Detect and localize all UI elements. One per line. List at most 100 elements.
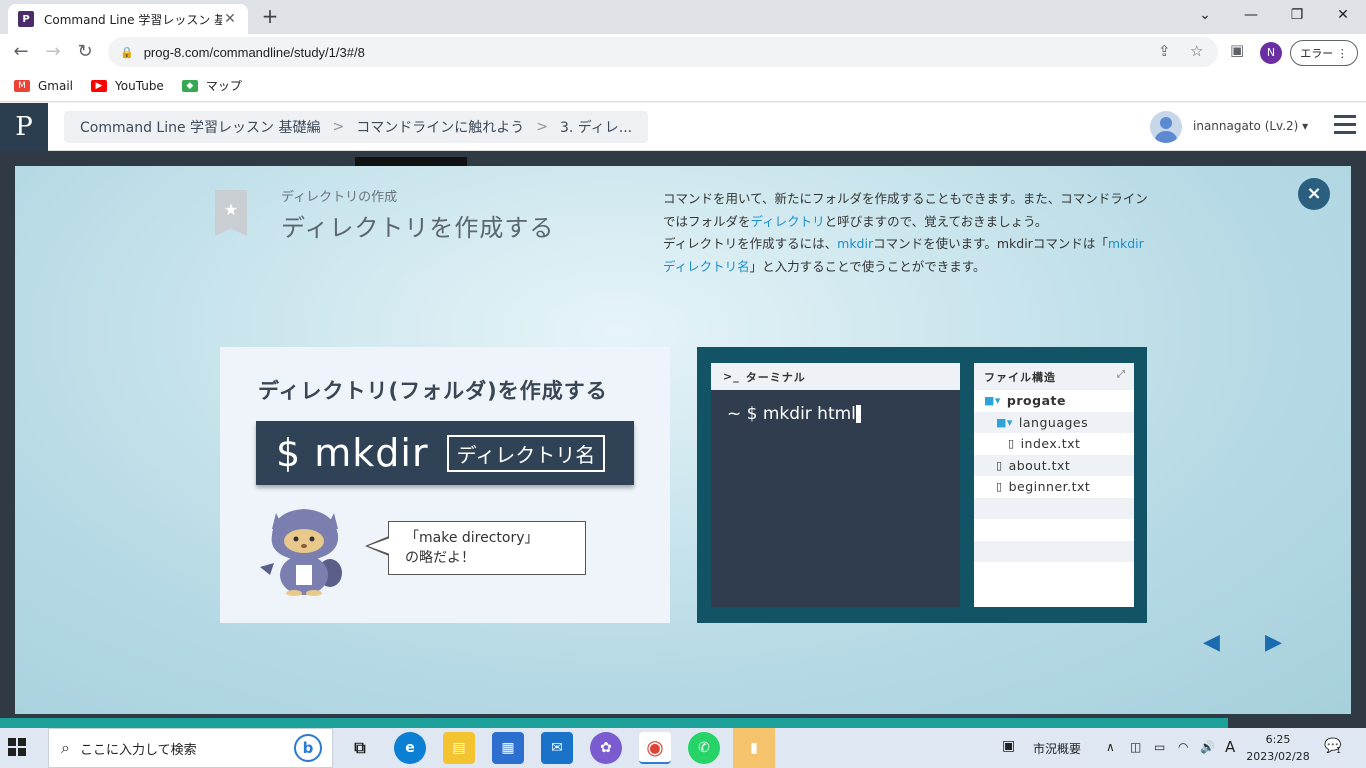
close-slide-button[interactable]: × <box>1298 178 1330 210</box>
tab-search-button[interactable]: ⌄ <box>1182 0 1228 32</box>
error-button[interactable]: エラー ⋮ <box>1290 40 1358 66</box>
file-tree-row: ▯ beginner.txt <box>974 476 1134 498</box>
chevron-right-icon: > <box>332 119 345 135</box>
breadcrumb-course[interactable]: Command Line 学習レッスン 基礎編 <box>80 117 320 137</box>
windows-start-icon[interactable] <box>8 738 26 756</box>
search-placeholder: ここに入力して検索 <box>79 742 197 758</box>
back-arrow-icon[interactable]: ← <box>8 39 34 65</box>
file-tree-header: ファイル構造 ⤢ <box>974 363 1134 390</box>
ninja-cat-mascot-icon <box>260 509 342 596</box>
star-bookmark-icon: ★ <box>215 190 247 236</box>
error-button-label: エラー <box>1300 47 1334 60</box>
tab-close-icon[interactable]: ✕ <box>222 11 238 27</box>
copilot-icon[interactable]: ✿ <box>590 732 622 764</box>
terminal-window: >_ ターミナル ~ $ mkdir html <box>711 363 960 607</box>
bookmark-maps[interactable]: ◆ マップ <box>181 77 242 94</box>
user-avatar[interactable] <box>1150 111 1182 143</box>
youtube-icon: ▶ <box>91 79 108 92</box>
edge-icon[interactable]: e <box>394 732 426 764</box>
username-menu[interactable]: inannagato (Lv.2) ▾ <box>1193 119 1308 133</box>
file-tree-row: ▯ index.txt <box>974 433 1134 455</box>
forward-arrow-icon[interactable]: → <box>40 39 66 65</box>
command-illustration: ディレクトリ(フォルダ)を作成する $ mkdir ディレクトリ名 「make … <box>220 347 670 623</box>
file-tree-empty-row <box>974 540 1134 562</box>
bing-icon[interactable]: b <box>294 734 322 762</box>
notification-count: 1 <box>1336 746 1342 755</box>
file-tree-row: ■▾ progate <box>974 390 1134 412</box>
bookmark-label: YouTube <box>115 78 164 93</box>
file-icon: ▯ <box>1008 437 1015 451</box>
browser-tabstrip: P Command Line 学習レッスン 基礎編 | Progate ✕ + … <box>0 0 1366 34</box>
notification-icon[interactable]: 💬 1 <box>1324 738 1344 758</box>
chevron-up-icon[interactable]: ∧ <box>1106 740 1115 754</box>
slide-description: コマンドを用いて、新たにフォルダを作成することもできます。また、コマンドラインで… <box>663 188 1153 278</box>
breadcrumb-chapter[interactable]: コマンドラインに触れよう <box>356 117 524 137</box>
slide-title: ディレクトリを作成する <box>281 214 555 242</box>
chrome-icon[interactable]: ◉ <box>639 732 671 764</box>
clock-time: 6:25 <box>1265 733 1291 746</box>
taskbar-clock[interactable]: 6:25 2023/02/28 <box>1246 731 1310 765</box>
mail-icon[interactable]: ✉ <box>541 732 573 764</box>
folder-icon: ■▾ <box>996 415 1013 429</box>
file-tree-empty-row <box>974 497 1134 519</box>
command-box: $ mkdir ディレクトリ名 <box>256 421 634 485</box>
search-icon: ⌕ <box>61 738 70 757</box>
gmail-icon: M <box>14 79 30 92</box>
window-close-button[interactable]: ✕ <box>1320 0 1366 32</box>
reload-icon[interactable]: ↻ <box>72 39 98 65</box>
battery-icon[interactable]: ▭ <box>1154 740 1165 754</box>
file-tree-title: ファイル構造 <box>984 370 1056 384</box>
chevron-right-icon: > <box>536 119 548 135</box>
profile-avatar[interactable]: N <box>1260 42 1282 64</box>
desc-highlight: ディレクトリ <box>750 213 825 229</box>
maximize-button[interactable]: ❐ <box>1274 0 1320 32</box>
breadcrumb: Command Line 学習レッスン 基礎編 > コマンドラインに触れよう >… <box>64 111 649 143</box>
bookmark-star-icon[interactable]: ☆ <box>1190 42 1203 60</box>
bookmarks-bar: M Gmail ▶ YouTube ◆ マップ <box>0 70 1366 102</box>
next-slide-arrow-icon[interactable]: ▶ <box>1265 630 1282 655</box>
bookmark-gmail[interactable]: M Gmail <box>14 79 73 93</box>
weather-widget-icon[interactable]: ▣ <box>1002 738 1015 754</box>
side-panel-icon[interactable]: ▣ <box>1230 41 1244 59</box>
volume-icon[interactable]: 🔊 <box>1200 740 1215 754</box>
store-icon[interactable]: ▦ <box>492 732 524 764</box>
file-tree-panel: ファイル構造 ⤢ ■▾ progate ■▾ languages ▯ index.txt ▯… <box>974 363 1134 607</box>
file-tree-row: ▯ about.txt <box>974 454 1134 476</box>
minimize-button[interactable]: — <box>1228 0 1274 32</box>
desc-text: と呼びますので、覚えておきましょう。 <box>824 213 1048 229</box>
speech-bubble: 「make directory」 の略だよ！ <box>365 521 586 575</box>
share-icon[interactable]: ⇪ <box>1158 42 1171 60</box>
terminal-line: ~ $ mkdir html <box>727 404 960 424</box>
file-name: index.txt <box>1020 436 1081 452</box>
browser-tab-active[interactable]: P Command Line 学習レッスン 基礎編 | Progate ✕ <box>8 4 248 34</box>
meet-icon[interactable]: ◫ <box>1130 740 1141 754</box>
prev-slide-arrow-icon[interactable]: ◀ <box>1203 630 1220 655</box>
file-icon: ▯ <box>996 480 1003 494</box>
desc-text: ディレクトリを作成するには、 <box>663 236 838 251</box>
folder-icon: ■▾ <box>984 394 1001 408</box>
address-bar[interactable]: 🔒 prog-8.com/commandline/study/1/3#/8 ⇪ … <box>108 37 1218 67</box>
progate-favicon-icon: P <box>18 11 34 27</box>
progate-logo[interactable]: P <box>0 103 48 151</box>
task-view-icon[interactable]: ⧉ <box>344 732 376 764</box>
file-name: about.txt <box>1008 457 1071 473</box>
app-header: P Command Line 学習レッスン 基礎編 > コマンドラインに触れよう… <box>0 103 1366 151</box>
ime-indicator[interactable]: A <box>1225 738 1235 756</box>
whatsapp-icon[interactable]: ✆ <box>688 732 720 764</box>
breadcrumb-lesson[interactable]: 3. ディレ... <box>560 117 632 137</box>
clock-date: 2023/02/28 <box>1246 750 1310 763</box>
file-explorer-icon[interactable]: ▤ <box>443 732 475 764</box>
file-name: progate <box>1006 393 1066 409</box>
new-tab-button[interactable]: + <box>258 5 282 29</box>
slide-modal: ★ ディレクトリの作成 ディレクトリを作成する コマンドを用いて、新たにフォルダ… <box>15 166 1351 714</box>
bubble-line: 「make directory」 <box>405 530 539 546</box>
taskbar-search-box[interactable]: ⌕ ここに入力して検索 <box>48 728 333 768</box>
market-widget[interactable]: 市況概要 <box>1033 740 1081 757</box>
sticky-app-icon[interactable]: ▮ <box>733 728 775 768</box>
desc-text: 」と入力することで使うことができます。 <box>749 258 986 274</box>
hamburger-menu-icon[interactable] <box>1334 115 1356 135</box>
bookmark-youtube[interactable]: ▶ YouTube <box>91 79 164 93</box>
file-name: languages <box>1018 414 1089 430</box>
file-icon: ▯ <box>996 458 1003 472</box>
wifi-icon[interactable]: ◠ <box>1178 740 1188 754</box>
